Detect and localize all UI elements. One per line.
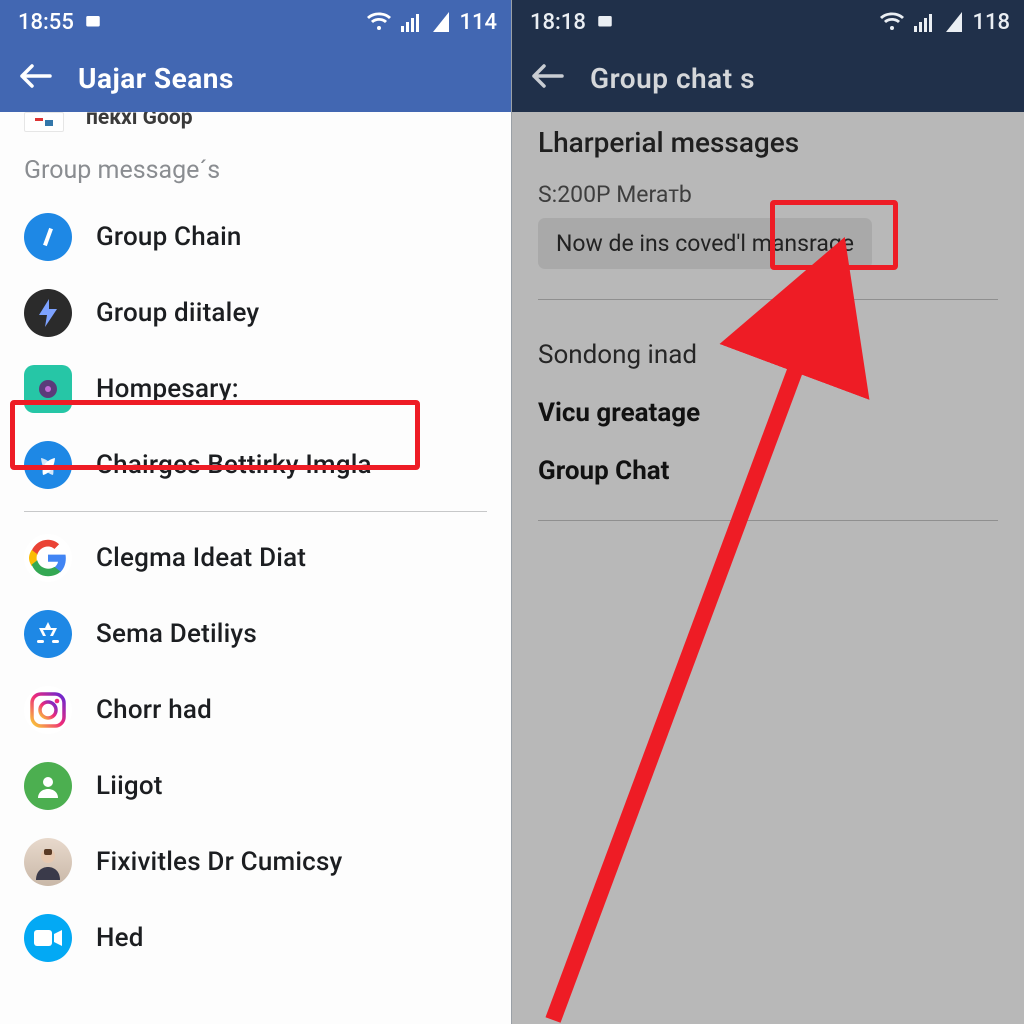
- signal-secondary-icon: [433, 12, 449, 32]
- divider: [24, 511, 487, 512]
- list-item[interactable]: Fixivitles Dr Cumicsy: [0, 824, 511, 900]
- appstore-icon: [24, 610, 72, 658]
- app-bar-title: Group chat s: [590, 62, 755, 95]
- status-bar: 18:55 114: [0, 0, 511, 44]
- list-item[interactable]: Chairges Bettirky Imgla: [0, 427, 511, 503]
- signal-secondary-icon: [946, 12, 962, 32]
- list-item-label: Hompesary:: [96, 374, 239, 404]
- wifi-icon: [880, 12, 904, 32]
- status-time: 18:18: [530, 10, 586, 35]
- list-item-label: Fixivitles Dr Cumicsy: [96, 847, 342, 877]
- list-item[interactable]: Chorr had: [0, 672, 511, 748]
- list-item-label: Sema Detiliys: [96, 619, 257, 649]
- list-item-label: Chairges Bettirky Imgla: [96, 450, 372, 480]
- signal-icon: [914, 12, 936, 32]
- group-icon: [24, 213, 72, 261]
- list-item[interactable]: Group Chain: [0, 199, 511, 275]
- list-item[interactable]: Clegma Ideat Diat: [0, 520, 511, 596]
- action-chip[interactable]: Now de ins coved'l mansrage: [538, 218, 872, 269]
- settings-row[interactable]: Vicu greatage: [538, 384, 998, 442]
- list-item-label: Hed: [96, 923, 144, 953]
- app-bar-title: Uajar Seans: [78, 62, 234, 95]
- instagram-icon: [24, 686, 72, 734]
- avatar-photo: [24, 838, 72, 886]
- list-item-truncated[interactable]: пекхı Goop: [0, 112, 511, 146]
- bolt-icon: [24, 289, 72, 337]
- google-icon: [24, 534, 72, 582]
- divider: [538, 299, 998, 300]
- app-bar: Group chat s: [512, 44, 1024, 112]
- screenshot-left: 18:55 114 Uajar Seans пекхı Goop Group m…: [0, 0, 512, 1024]
- list-item[interactable]: Group diitaley: [0, 275, 511, 351]
- avatar-icon: [24, 112, 64, 132]
- section-heading: Lharperial messages: [538, 112, 998, 181]
- speech-icon: [24, 365, 72, 413]
- scroll-content[interactable]: пекхı Goop Group message´s Group Chain G…: [0, 112, 511, 1024]
- status-bar: 18:18 118: [512, 0, 1024, 44]
- list-item[interactable]: Liigot: [0, 748, 511, 824]
- list-item-label: Group diitaley: [96, 298, 259, 328]
- back-button[interactable]: [530, 62, 564, 94]
- list-item[interactable]: Sema Detiliys: [0, 596, 511, 672]
- camera-icon: [24, 914, 72, 962]
- status-time: 18:55: [18, 10, 74, 35]
- list-item-label: Group Chain: [96, 222, 242, 252]
- section-subtext: S:200P Meraᴛb: [538, 181, 998, 218]
- settings-content[interactable]: Lharperial messages S:200P Meraᴛb Now de…: [512, 112, 1024, 1024]
- status-battery: 118: [972, 10, 1010, 35]
- wifi-icon: [367, 12, 391, 32]
- list-item-label: Liigot: [96, 771, 163, 801]
- status-battery: 114: [459, 10, 497, 35]
- list-item-label: Clegma Ideat Diat: [96, 543, 306, 573]
- signal-icon: [401, 12, 423, 32]
- list-item[interactable]: Hed: [0, 900, 511, 976]
- app-bar: Uajar Seans: [0, 44, 511, 112]
- settings-row[interactable]: Group Chat: [538, 442, 998, 500]
- person-icon: [24, 762, 72, 810]
- list-item[interactable]: Hompesary:: [0, 351, 511, 427]
- back-button[interactable]: [18, 62, 52, 94]
- screenshot-right: 18:18 118 Group chat s Lharperial messag…: [512, 0, 1024, 1024]
- leaf-icon: [24, 441, 72, 489]
- list-item-label: Chorr had: [96, 695, 212, 725]
- notification-icon: [596, 13, 614, 31]
- notification-icon: [84, 13, 102, 31]
- list-item-label: пекхı Goop: [86, 112, 193, 130]
- section-header: Group message´s: [0, 146, 511, 199]
- divider: [538, 520, 998, 521]
- settings-row[interactable]: Sondong inad: [538, 326, 998, 384]
